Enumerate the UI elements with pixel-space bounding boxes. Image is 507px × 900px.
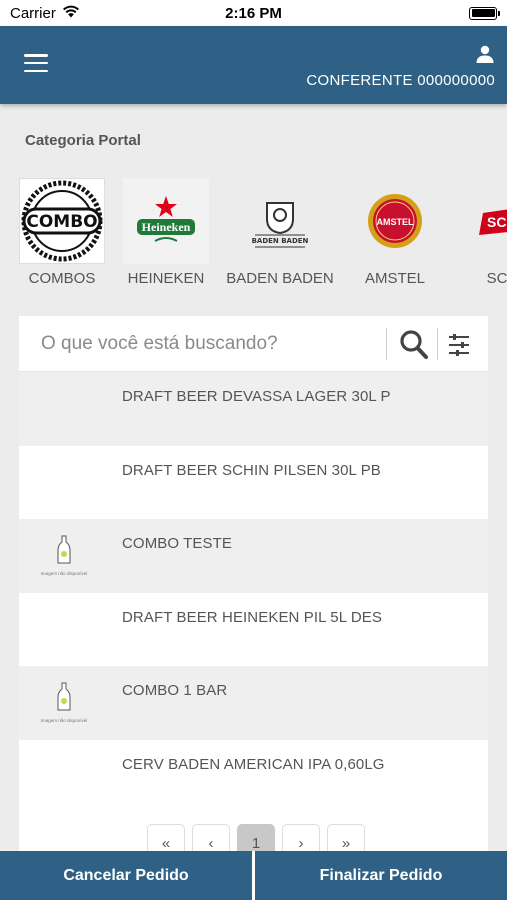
filter-sliders-icon[interactable] — [447, 332, 471, 358]
category-name: AMSTEL — [364, 270, 425, 287]
category-section-title: Categoria Portal — [25, 132, 141, 149]
divider — [437, 328, 438, 360]
schin-logo: SCHIN — [467, 178, 507, 264]
cancel-order-button[interactable]: Cancelar Pedido — [0, 851, 252, 900]
bottle-icon — [57, 682, 71, 711]
footer-actions: Cancelar Pedido Finalizar Pedido — [0, 851, 507, 900]
carrier-label: Carrier — [10, 4, 56, 22]
hamburger-menu-icon[interactable] — [24, 54, 48, 72]
category-carousel[interactable]: COMBO COMBOS Heineken HEINEKEN BADEN BAD… — [0, 178, 507, 293]
product-name: COMBO TESTE — [122, 535, 233, 552]
battery-icon — [469, 6, 500, 20]
product-placeholder-image: Imagem não disponível — [33, 535, 95, 579]
product-row[interactable]: DRAFT BEER DEVASSA LAGER 30L P — [19, 372, 488, 446]
category-name: BADEN BADEN — [226, 270, 334, 287]
search-icon[interactable] — [399, 328, 429, 360]
user-icon[interactable] — [475, 44, 495, 64]
svg-text:COMBO: COMBO — [26, 212, 97, 232]
product-row[interactable]: CERV BADEN AMERICAN IPA 0,60LG — [19, 740, 488, 814]
finish-order-button[interactable]: Finalizar Pedido — [255, 851, 507, 900]
svg-text:SCHIN: SCHIN — [487, 214, 507, 230]
product-name: DRAFT BEER DEVASSA LAGER 30L P — [122, 388, 391, 405]
product-name: COMBO 1 BAR — [122, 682, 228, 699]
combo-logo: COMBO — [19, 178, 105, 264]
status-bar: Carrier 2:16 PM — [0, 0, 507, 26]
search-bar — [19, 316, 488, 372]
category-name: HEINEKEN — [127, 270, 205, 287]
category-combos[interactable]: COMBO COMBOS — [7, 178, 117, 287]
product-row[interactable]: DRAFT BEER HEINEKEN PIL 5L DES — [19, 593, 488, 667]
image-unavailable-caption: Imagem não disponível — [40, 718, 88, 723]
category-heineken[interactable]: Heineken HEINEKEN — [111, 178, 221, 287]
category-amstel[interactable]: AMSTEL AMSTEL — [340, 178, 450, 287]
app-header: CONFERENTE 000000000 — [0, 26, 507, 104]
product-row[interactable]: DRAFT BEER SCHIN PILSEN 30L PB — [19, 446, 488, 520]
divider — [386, 328, 387, 360]
heineken-logo: Heineken — [123, 178, 209, 264]
svg-text:AMSTEL: AMSTEL — [377, 217, 415, 227]
svg-text:BADEN BADEN: BADEN BADEN — [252, 237, 309, 245]
baden-baden-logo: BADEN BADEN — [237, 178, 323, 264]
conferente-label: CONFERENTE 000000000 — [306, 72, 495, 89]
product-name: DRAFT BEER HEINEKEN PIL 5L DES — [122, 608, 383, 626]
product-name: DRAFT BEER SCHIN PILSEN 30L PB — [122, 461, 381, 479]
wifi-icon — [62, 5, 80, 22]
product-row[interactable]: Imagem não disponível COMBO TESTE — [19, 519, 488, 593]
category-name: COMBOS — [28, 270, 96, 287]
category-baden-baden[interactable]: BADEN BADEN BADEN BADEN — [225, 178, 335, 287]
category-name: SCHIN — [486, 270, 507, 287]
category-schin[interactable]: SCHIN SCHIN — [455, 178, 507, 287]
bottle-icon — [57, 535, 71, 564]
search-input[interactable] — [41, 324, 381, 364]
product-placeholder-image: Imagem não disponível — [33, 682, 95, 726]
amstel-logo: AMSTEL — [352, 178, 438, 264]
image-unavailable-caption: Imagem não disponível — [40, 571, 88, 576]
product-name: CERV BADEN AMERICAN IPA 0,60LG — [122, 755, 385, 773]
svg-text:Heineken: Heineken — [142, 220, 191, 234]
product-row[interactable]: Imagem não disponível COMBO 1 BAR — [19, 666, 488, 740]
product-panel: DRAFT BEER DEVASSA LAGER 30L P DRAFT BEE… — [19, 316, 488, 856]
